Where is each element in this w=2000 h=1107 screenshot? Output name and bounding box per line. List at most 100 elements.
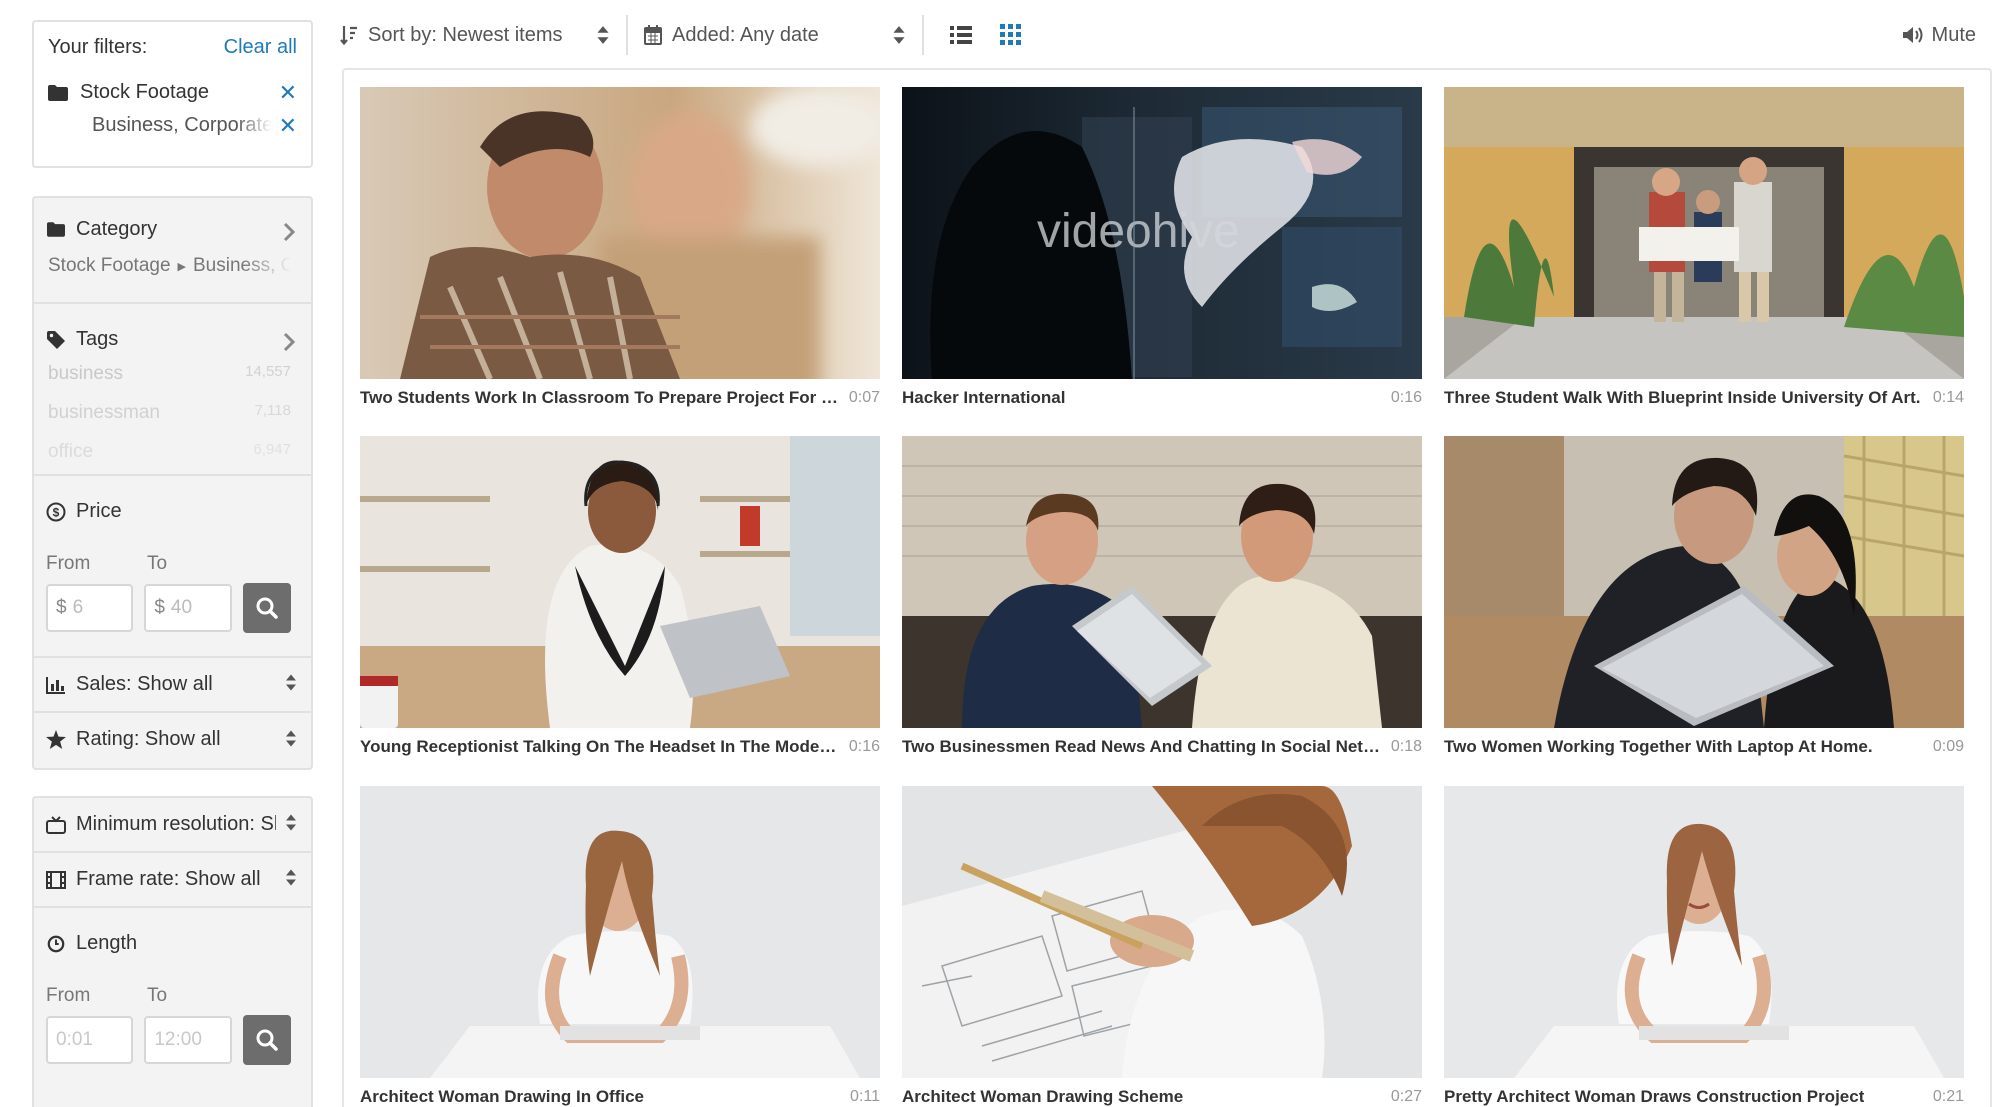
active-filter-label: Business, Corporate xyxy=(92,114,272,136)
resolution-select-value: Minimum resolution: Show all xyxy=(76,813,276,835)
mute-label: Mute xyxy=(1931,23,1976,46)
video-title[interactable]: Two Students Work In Classroom To Prepar… xyxy=(360,388,843,408)
price-section: $ Price From To $ 6 $ 40 xyxy=(34,476,311,658)
video-thumbnail[interactable] xyxy=(1444,786,1964,1078)
price-search-button[interactable] xyxy=(242,583,291,633)
category-section[interactable]: Category Stock Footage ▶ Business, Corpo… xyxy=(34,198,311,304)
price-to-placeholder: 40 xyxy=(170,597,193,618)
video-title[interactable]: Three Student Walk With Blueprint Inside… xyxy=(1444,388,1921,408)
search-icon xyxy=(255,596,279,620)
video-title[interactable]: Pretty Architect Woman Draws Constructio… xyxy=(1444,1087,1864,1107)
speaker-icon xyxy=(1902,25,1924,45)
rating-select[interactable]: Rating: Show all xyxy=(34,713,311,768)
video-thumbnail[interactable] xyxy=(360,87,880,379)
video-card[interactable]: Architect Woman Drawing Scheme 0:27 xyxy=(902,786,1422,1107)
price-from-input[interactable]: $ 6 xyxy=(46,584,134,632)
breadcrumb-arrow-icon: ▶ xyxy=(177,260,186,273)
search-icon xyxy=(255,1028,279,1052)
folder-icon xyxy=(48,84,68,101)
video-card[interactable]: Two Students Work In Classroom To Prepar… xyxy=(360,87,880,409)
video-card[interactable]: videohive Hacker International 0:16 xyxy=(902,87,1422,409)
svg-text:$: $ xyxy=(53,505,60,519)
video-thumbnail[interactable]: videohive xyxy=(902,87,1422,379)
category-header: Category xyxy=(46,218,291,241)
tags-header: Tags xyxy=(46,328,291,351)
sort-icon xyxy=(340,25,358,45)
video-thumbnail[interactable] xyxy=(902,436,1422,728)
video-thumbnail[interactable] xyxy=(1444,87,1964,379)
length-search-button[interactable] xyxy=(242,1015,291,1065)
refine-panel: Category Stock Footage ▶ Business, Corpo… xyxy=(32,196,313,770)
calendar-icon xyxy=(644,25,662,45)
price-from-placeholder: 6 xyxy=(72,597,84,618)
video-thumbnail[interactable] xyxy=(1444,436,1964,728)
category-crumb[interactable]: Stock Footage xyxy=(48,255,171,277)
category-crumb[interactable]: Business, Corporate xyxy=(193,255,291,277)
active-filter-business: Business, Corporate ✕ xyxy=(34,113,311,139)
length-label: Length xyxy=(76,932,138,954)
video-title[interactable]: Architect Woman Drawing In Office xyxy=(360,1087,644,1107)
active-filters-header: Your filters: Clear all xyxy=(34,22,311,59)
tag-item[interactable]: business 14,557 xyxy=(46,363,291,402)
price-range-labels: From To xyxy=(46,553,291,575)
price-header: $ Price xyxy=(46,500,291,523)
filter-sidebar: Your filters: Clear all Stock Footage ✕ … xyxy=(32,20,313,1107)
tag-count: 6,947 xyxy=(253,441,291,458)
length-from-placeholder: 0:01 xyxy=(56,1029,93,1050)
select-arrows-icon xyxy=(285,813,297,836)
video-duration: 0:09 xyxy=(1932,738,1964,755)
frame-rate-select-row: Frame rate: Show all xyxy=(46,853,291,906)
video-thumbnail[interactable] xyxy=(360,436,880,728)
clock-icon xyxy=(46,934,66,954)
tv-icon xyxy=(46,815,66,835)
tags-section[interactable]: Tags business 14,557 businessman 7,118 o… xyxy=(34,304,311,476)
frame-rate-select[interactable]: Frame rate: Show all xyxy=(34,853,311,908)
mute-button[interactable]: Mute xyxy=(1902,24,1976,47)
video-card[interactable]: Three Student Walk With Blueprint Inside… xyxy=(1444,87,1964,409)
chevron-right-icon xyxy=(283,222,296,247)
length-to-input[interactable]: 12:00 xyxy=(144,1016,232,1064)
price-to-input[interactable]: $ 40 xyxy=(144,584,232,632)
grid-view-icon[interactable] xyxy=(1000,24,1022,46)
frame-rate-select-value: Frame rate: Show all xyxy=(76,868,261,890)
video-card[interactable]: Architect Woman Drawing In Office 0:11 xyxy=(360,786,880,1107)
resolution-select-row: Minimum resolution: Show all xyxy=(46,798,291,851)
video-card[interactable]: Two Women Working Together With Laptop A… xyxy=(1444,436,1964,758)
video-thumbnail[interactable] xyxy=(902,786,1422,1078)
active-filters-panel: Your filters: Clear all Stock Footage ✕ … xyxy=(32,20,313,168)
video-card[interactable]: Young Receptionist Talking On The Headse… xyxy=(360,436,880,758)
video-title[interactable]: Hacker International xyxy=(902,388,1065,408)
folder-icon xyxy=(46,220,66,240)
length-from-label: From xyxy=(46,985,91,1006)
length-section: Length From To 0:01 12:00 xyxy=(34,908,311,1090)
resolution-select[interactable]: Minimum resolution: Show all xyxy=(34,798,311,853)
remove-filter-icon[interactable]: ✕ xyxy=(279,80,297,106)
video-duration: 0:18 xyxy=(1390,738,1422,755)
toolbar-divider xyxy=(626,15,628,55)
tag-item[interactable]: office 6,947 xyxy=(46,441,291,474)
sales-select[interactable]: Sales: Show all xyxy=(34,658,311,713)
added-date-select[interactable]: Added: Any date xyxy=(644,24,906,47)
tag-item[interactable]: businessman 7,118 xyxy=(46,402,291,441)
toolbar-divider xyxy=(922,15,924,55)
sort-select[interactable]: Sort by: Newest items xyxy=(340,24,610,47)
length-from-input[interactable]: 0:01 xyxy=(46,1016,134,1064)
select-arrows-icon xyxy=(892,25,906,45)
video-title[interactable]: Architect Woman Drawing Scheme xyxy=(902,1087,1183,1107)
remove-filter-icon[interactable]: ✕ xyxy=(279,113,297,139)
bar-chart-icon xyxy=(46,675,66,695)
video-duration: 0:16 xyxy=(848,738,880,755)
video-card[interactable]: Two Businessmen Read News And Chatting I… xyxy=(902,436,1422,758)
video-title[interactable]: Young Receptionist Talking On The Headse… xyxy=(360,737,843,757)
sales-select-row: Sales: Show all xyxy=(46,658,291,711)
active-filter-stock-footage: Stock Footage ✕ xyxy=(34,80,311,106)
video-title[interactable]: Two Businessmen Read News And Chatting I… xyxy=(902,737,1385,757)
video-card[interactable]: Pretty Architect Woman Draws Constructio… xyxy=(1444,786,1964,1107)
film-icon xyxy=(46,870,66,890)
clear-all-link[interactable]: Clear all xyxy=(224,36,297,59)
video-title[interactable]: Two Women Working Together With Laptop A… xyxy=(1444,737,1873,757)
video-duration: 0:16 xyxy=(1390,389,1422,406)
list-view-icon[interactable] xyxy=(950,25,972,45)
video-thumbnail[interactable] xyxy=(360,786,880,1078)
length-to-placeholder: 12:00 xyxy=(154,1029,202,1050)
